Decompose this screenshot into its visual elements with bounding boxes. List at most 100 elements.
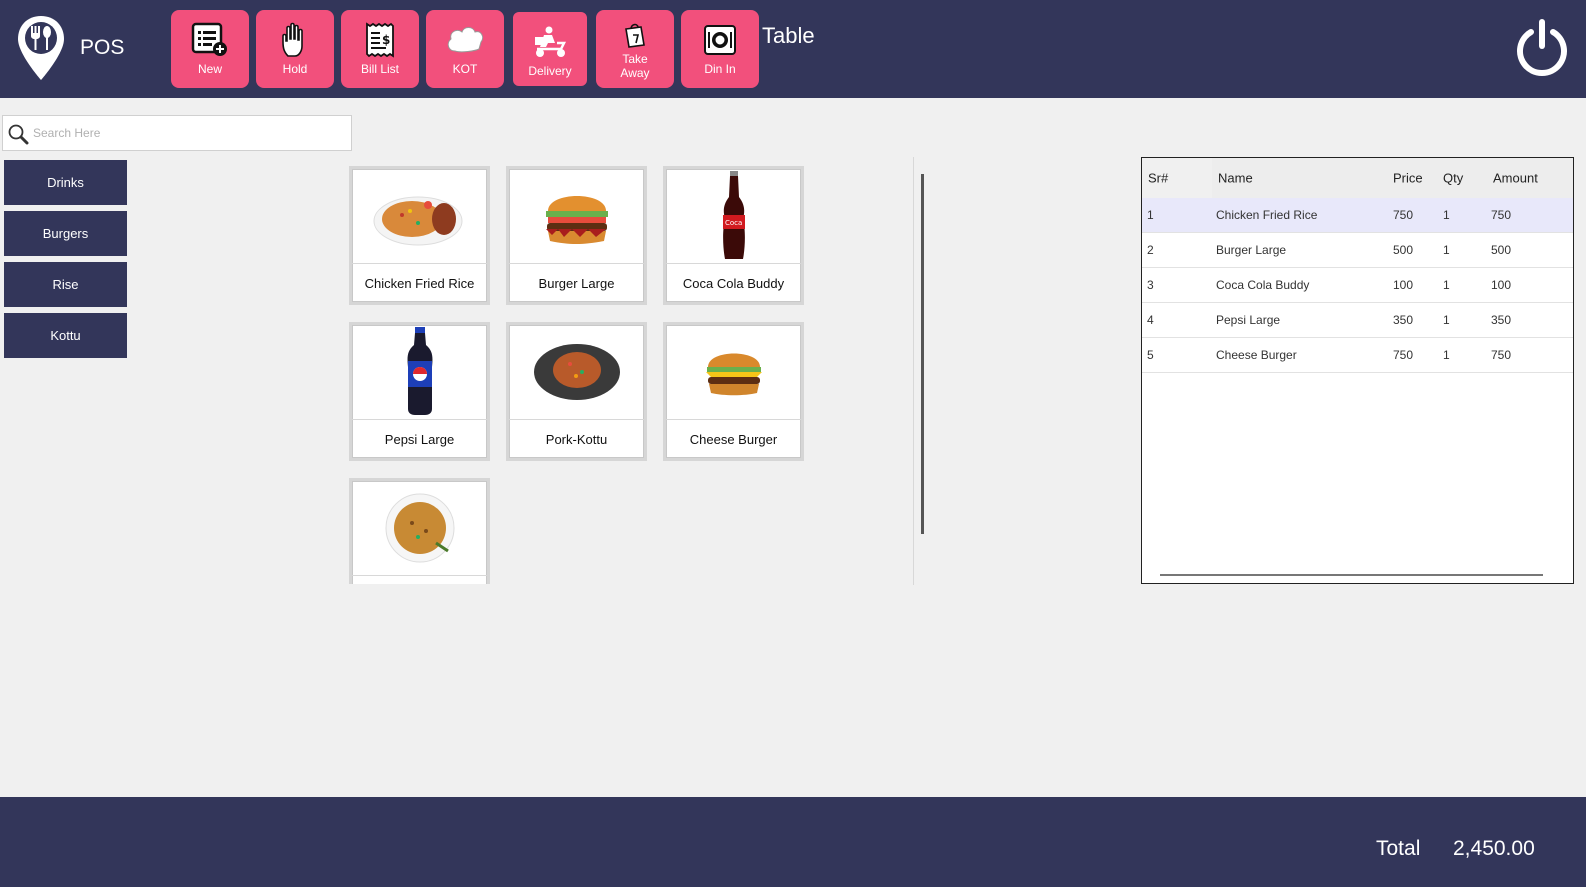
cell-name: Cheese Burger: [1216, 348, 1297, 362]
top-bar: POS New Hold $ Bill List KOT Delivery Ta…: [0, 0, 1586, 98]
order-table-scrollbar[interactable]: [1160, 574, 1543, 576]
delivery-scooter-icon: [530, 22, 570, 62]
cell-price: 500: [1393, 243, 1414, 257]
product-name: Cheese Burger: [689, 431, 778, 447]
category-drinks[interactable]: Drinks: [4, 160, 127, 205]
category-rise[interactable]: Rise: [4, 262, 127, 307]
dine-in-plate-icon: [700, 20, 740, 60]
cell-qty: 1: [1443, 243, 1450, 257]
product-name: Burger Large: [538, 275, 615, 291]
category-kottu[interactable]: Kottu: [4, 313, 127, 358]
product-grid: Chicken Fried Rice Burger Large Coca Coc…: [346, 164, 908, 584]
product-card[interactable]: [349, 478, 490, 584]
new-button-label: New: [197, 62, 222, 76]
product-name: Chicken Fried Rice: [364, 275, 475, 291]
table-label: Table: [762, 23, 815, 48]
cell-name: Pepsi Large: [1216, 313, 1281, 327]
takeaway-bag-icon: [618, 20, 652, 50]
receipt-icon: $: [360, 20, 400, 60]
fried-rice-image: [352, 169, 487, 263]
order-table-header: Sr# Name Price Qty Amount: [1142, 158, 1573, 198]
search-icon: [8, 124, 29, 145]
total-value: 2,450.00: [1453, 837, 1535, 860]
cell-price: 350: [1393, 313, 1414, 327]
dine-in-button[interactable]: Din In: [681, 10, 759, 88]
pepsi-bottle-image: [352, 325, 487, 419]
col-header-price: Price: [1393, 170, 1423, 186]
product-name: Pepsi Large: [384, 431, 455, 447]
product-grid-scrollbar[interactable]: [921, 174, 924, 534]
location-pin-fork-spoon-icon: [18, 16, 64, 80]
product-card[interactable]: Pepsi Large: [349, 322, 490, 461]
cheese-burger-image: [666, 325, 801, 419]
dine-in-button-label: Din In: [704, 62, 736, 76]
cell-amount: 500: [1491, 243, 1512, 257]
cell-qty: 1: [1443, 313, 1450, 327]
product-card[interactable]: Coca Coca Cola Buddy: [663, 166, 804, 305]
cell-amount: 750: [1491, 208, 1512, 222]
app-title: POS: [80, 36, 125, 59]
table-row[interactable]: 1 Chicken Fried Rice 750 1 750: [1142, 198, 1573, 233]
order-table: Sr# Name Price Qty Amount 1 Chicken Frie…: [1141, 157, 1574, 584]
product-card[interactable]: Pork-Kottu: [506, 322, 647, 461]
total-label: Total: [1376, 837, 1421, 860]
cell-sr: 2: [1147, 243, 1154, 257]
cell-qty: 1: [1443, 208, 1450, 222]
delivery-button[interactable]: Delivery: [511, 10, 589, 88]
cell-price: 100: [1393, 278, 1414, 292]
kot-button-label: KOT: [452, 62, 478, 76]
burger-image: [509, 169, 644, 263]
cell-name: Coca Cola Buddy: [1216, 278, 1310, 292]
chef-hat-icon: [445, 20, 485, 60]
svg-text:Coca: Coca: [725, 219, 742, 227]
cell-qty: 1: [1443, 278, 1450, 292]
take-away-button[interactable]: Take Away: [596, 10, 674, 88]
cell-sr: 5: [1147, 348, 1154, 362]
col-header-sr: Sr#: [1148, 170, 1169, 186]
product-card[interactable]: Cheese Burger: [663, 322, 804, 461]
panel-divider: [913, 157, 914, 585]
cell-name: Burger Large: [1216, 243, 1287, 257]
table-row[interactable]: 5 Cheese Burger 750 1 750: [1142, 338, 1573, 373]
product-name: [352, 576, 487, 584]
power-icon[interactable]: [1514, 18, 1570, 78]
col-header-qty: Qty: [1443, 170, 1464, 186]
col-header-amount: Amount: [1493, 170, 1538, 186]
rice-plate-image: [352, 481, 487, 575]
kottu-plate-image: [509, 325, 644, 419]
category-burgers[interactable]: Burgers: [4, 211, 127, 256]
cell-amount: 100: [1491, 278, 1512, 292]
table-row[interactable]: 3 Coca Cola Buddy 100 1 100: [1142, 268, 1573, 303]
product-name: Coca Cola Buddy: [682, 275, 785, 291]
col-header-name: Name: [1218, 170, 1253, 186]
footer-bar: Total 2,450.00: [0, 797, 1586, 887]
cell-price: 750: [1393, 348, 1414, 362]
product-card[interactable]: Chicken Fried Rice: [349, 166, 490, 305]
hold-button-label: Hold: [282, 62, 308, 76]
cell-sr: 4: [1147, 313, 1154, 327]
cell-price: 750: [1393, 208, 1414, 222]
take-away-button-label: Take Away: [620, 52, 650, 80]
coca-cola-bottle-image: Coca: [666, 169, 801, 263]
kot-button[interactable]: KOT: [426, 10, 504, 88]
cell-qty: 1: [1443, 348, 1450, 362]
cell-name: Chicken Fried Rice: [1216, 208, 1318, 222]
table-row[interactable]: 4 Pepsi Large 350 1 350: [1142, 303, 1573, 338]
table-row[interactable]: 2 Burger Large 500 1 500: [1142, 233, 1573, 268]
new-bill-icon: [190, 20, 230, 60]
bill-list-button-label: Bill List: [360, 62, 399, 76]
product-card[interactable]: Burger Large: [506, 166, 647, 305]
delivery-button-label: Delivery: [528, 64, 572, 78]
cell-amount: 750: [1491, 348, 1512, 362]
svg-text:$: $: [382, 33, 390, 47]
hand-icon: [275, 20, 315, 60]
cell-sr: 3: [1147, 278, 1154, 292]
product-name: Pork-Kottu: [545, 431, 608, 447]
search-input[interactable]: [33, 122, 343, 144]
bill-list-button[interactable]: $ Bill List: [341, 10, 419, 88]
search-box: [2, 115, 352, 151]
new-button[interactable]: New: [171, 10, 249, 88]
hold-button[interactable]: Hold: [256, 10, 334, 88]
cell-sr: 1: [1147, 208, 1154, 222]
cell-amount: 350: [1491, 313, 1512, 327]
